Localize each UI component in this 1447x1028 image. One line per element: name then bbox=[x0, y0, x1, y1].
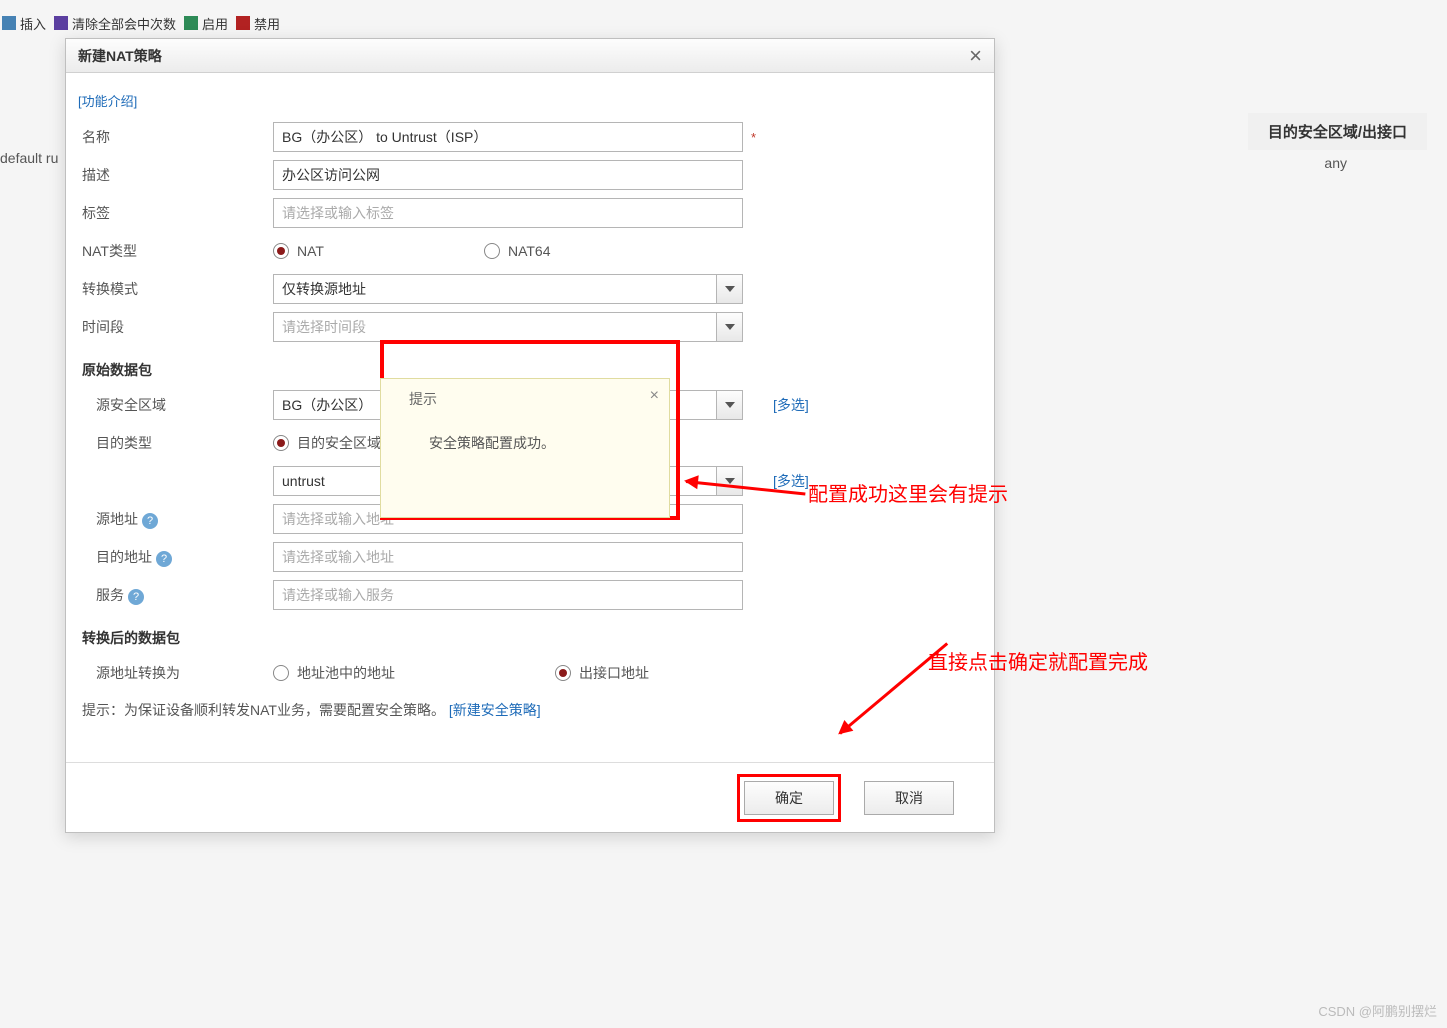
annotation-text-2: 直接点击确定就配置完成 bbox=[928, 646, 1148, 675]
tb-enable[interactable]: 启用 bbox=[184, 10, 228, 36]
help-icon[interactable]: ? bbox=[142, 513, 158, 529]
radio-nat[interactable]: NAT bbox=[273, 243, 324, 259]
label-name: 名称 bbox=[78, 127, 273, 147]
success-toast: 提示 × 安全策略配置成功。 bbox=[380, 378, 670, 518]
section-converted: 转换后的数据包 bbox=[82, 628, 994, 648]
radio-nat64[interactable]: NAT64 bbox=[484, 243, 551, 259]
label-src-conv: 源地址转换为 bbox=[78, 663, 273, 683]
background-toolbar: 插入 清除全部会中次数 启用 禁用 bbox=[0, 10, 280, 36]
chevron-down-icon bbox=[716, 313, 742, 341]
bg-header-dest-zone: 目的安全区域/出接口 bbox=[1248, 113, 1427, 150]
bg-row-default: default ru bbox=[0, 150, 58, 166]
annotation-text-1: 配置成功这里会有提示 bbox=[808, 478, 1008, 507]
close-icon[interactable]: × bbox=[650, 387, 659, 405]
chevron-down-icon bbox=[716, 275, 742, 303]
label-desc: 描述 bbox=[78, 165, 273, 185]
toast-title: 提示 × bbox=[381, 379, 669, 409]
conv-mode-select[interactable]: 仅转换源地址 bbox=[273, 274, 743, 304]
label-conv-mode: 转换模式 bbox=[78, 279, 273, 299]
label-tag: 标签 bbox=[78, 203, 273, 223]
label-service: 服务? bbox=[78, 585, 273, 605]
radio-pool-addr[interactable]: 地址池中的地址 bbox=[273, 663, 395, 683]
required-mark: * bbox=[751, 130, 756, 145]
chevron-down-icon bbox=[716, 391, 742, 419]
toast-message: 安全策略配置成功。 bbox=[381, 409, 669, 453]
tag-input[interactable] bbox=[273, 198, 743, 228]
multi-link-dest[interactable]: [多选] bbox=[773, 471, 809, 491]
chevron-down-icon bbox=[716, 467, 742, 495]
name-input[interactable] bbox=[273, 122, 743, 152]
label-dest-addr: 目的地址? bbox=[78, 547, 273, 567]
help-icon[interactable]: ? bbox=[156, 551, 172, 567]
close-icon[interactable]: × bbox=[969, 45, 982, 67]
radio-dest-zone[interactable]: 目的安全区域 bbox=[273, 433, 381, 453]
label-time: 时间段 bbox=[78, 317, 273, 337]
time-select[interactable]: 请选择时间段 bbox=[273, 312, 743, 342]
label-src-zone: 源安全区域 bbox=[78, 395, 273, 415]
cancel-button[interactable]: 取消 bbox=[864, 781, 954, 815]
service-input[interactable] bbox=[273, 580, 743, 610]
label-nat-type: NAT类型 bbox=[78, 241, 273, 261]
radio-if-addr[interactable]: 出接口地址 bbox=[555, 663, 649, 683]
ok-button[interactable]: 确定 bbox=[744, 781, 834, 815]
tb-disable[interactable]: 禁用 bbox=[236, 10, 280, 36]
dest-addr-input[interactable] bbox=[273, 542, 743, 572]
intro-link[interactable]: [功能介绍] bbox=[78, 91, 137, 110]
multi-link-src[interactable]: [多选] bbox=[773, 395, 809, 415]
help-icon[interactable]: ? bbox=[128, 589, 144, 605]
desc-input[interactable] bbox=[273, 160, 743, 190]
tb-insert[interactable]: 插入 bbox=[2, 10, 46, 36]
dialog-title: 新建NAT策略 bbox=[66, 39, 994, 73]
label-dest-type: 目的类型 bbox=[78, 433, 273, 453]
label-src-addr: 源地址? bbox=[78, 509, 273, 529]
bg-cell-any: any bbox=[1324, 155, 1347, 171]
new-sec-policy-link[interactable]: [新建安全策略] bbox=[449, 702, 541, 718]
watermark: CSDN @阿鹏别摆烂 bbox=[1318, 1001, 1437, 1020]
tb-clear[interactable]: 清除全部会中次数 bbox=[54, 10, 176, 36]
